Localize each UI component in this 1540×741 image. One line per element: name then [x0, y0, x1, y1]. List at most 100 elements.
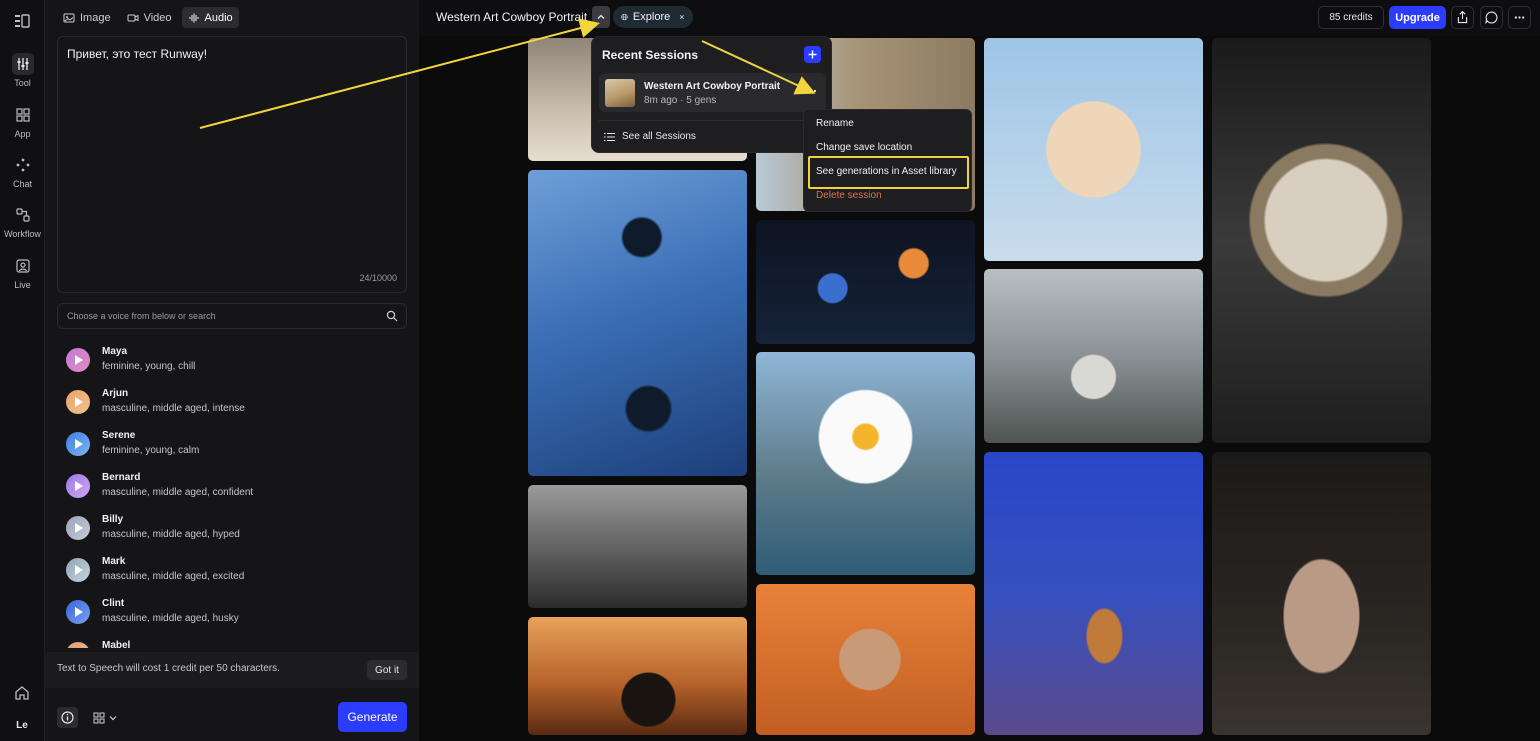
gallery-tile-egg-island[interactable] — [756, 352, 975, 575]
gallery-tile-woman-portrait[interactable] — [1212, 452, 1431, 735]
tab-label: Image — [80, 11, 111, 24]
rail-item-live[interactable]: Live — [0, 255, 45, 303]
got-it-button[interactable]: Got it — [367, 660, 407, 680]
prompt-textarea[interactable]: Привет, это тест Runway! 24/10000 — [57, 36, 407, 293]
rail-item-label: App — [14, 129, 31, 139]
app-root: Tool App Chat Workflow Live Le Image Vid… — [0, 0, 1540, 741]
play-icon[interactable] — [66, 390, 90, 414]
play-icon[interactable] — [66, 432, 90, 456]
divider — [599, 120, 826, 121]
credits-badge[interactable]: 85 credits — [1318, 6, 1384, 29]
menu-item-delete-session[interactable]: Delete session — [816, 190, 882, 201]
session-meta: 8m ago · 5 gens — [644, 95, 717, 106]
voice-description: masculine, middle aged, husky — [102, 613, 239, 624]
home-icon[interactable] — [13, 684, 31, 702]
voice-name: Mark — [102, 556, 126, 567]
voice-description: feminine, young, chill — [102, 361, 196, 372]
explore-chip[interactable]: Explore — [613, 6, 693, 28]
session-title[interactable]: Western Art Cowboy Portrait — [436, 10, 587, 24]
voice-name: Clint — [102, 598, 125, 609]
play-icon[interactable] — [66, 642, 90, 648]
session-name: Western Art Cowboy Portrait — [644, 81, 781, 92]
voice-search-input[interactable] — [67, 304, 377, 328]
play-icon[interactable] — [66, 348, 90, 372]
play-icon[interactable] — [66, 516, 90, 540]
rail-item-workflow[interactable]: Workflow — [0, 204, 45, 252]
voice-description: feminine, young, calm — [102, 445, 200, 456]
gallery-tile-yarn-plane[interactable] — [984, 38, 1203, 261]
left-rail: Tool App Chat Workflow Live Le — [0, 0, 45, 741]
voice-name: Arjun — [102, 388, 129, 399]
info-icon[interactable] — [57, 707, 78, 728]
voice-description: masculine, middle aged, intense — [102, 403, 245, 414]
play-icon[interactable] — [66, 474, 90, 498]
video-icon — [127, 14, 139, 21]
panel-footer: Generate — [45, 696, 419, 741]
rail-item-chat[interactable]: Chat — [0, 154, 45, 202]
voice-item-mabel[interactable]: Mabel — [57, 634, 397, 648]
session-context-menu: Rename Change save location See generati… — [803, 109, 972, 212]
rail-item-label: Workflow — [4, 229, 41, 239]
top-bar: Western Art Cowboy Portrait Explore 85 c… — [419, 0, 1540, 36]
plus-icon[interactable] — [804, 46, 821, 63]
gallery-tile-hooded-figure[interactable] — [984, 269, 1203, 443]
generate-button[interactable]: Generate — [338, 702, 407, 732]
upgrade-button[interactable]: Upgrade — [1389, 6, 1446, 29]
feedback-icon[interactable] — [1480, 6, 1503, 29]
prompt-text[interactable]: Привет, это тест Runway! — [67, 47, 207, 61]
tab-video[interactable]: Video — [121, 7, 178, 28]
character-count: 24/10000 — [359, 273, 397, 283]
voice-item-clint[interactable]: Clint masculine, middle aged, husky — [57, 592, 397, 632]
voice-name: Mabel — [102, 640, 131, 648]
more-options-icon[interactable] — [804, 86, 818, 96]
close-icon[interactable] — [679, 12, 685, 22]
live-icon — [15, 259, 30, 273]
voice-item-maya[interactable]: Maya feminine, young, chill — [57, 340, 397, 380]
session-item[interactable]: Western Art Cowboy Portrait 8m ago · 5 g… — [599, 73, 826, 112]
rail-item-label: Live — [14, 280, 31, 290]
gallery-tile-compass[interactable] — [1212, 38, 1431, 443]
see-all-sessions-link[interactable]: See all Sessions — [604, 131, 696, 142]
audio-wave-icon — [189, 13, 199, 22]
gallery-tile-wolf[interactable] — [528, 485, 747, 608]
gallery-tile-fire-silhouette[interactable] — [528, 617, 747, 735]
voice-item-bernard[interactable]: Bernard masculine, middle aged, confiden… — [57, 466, 397, 506]
layout-grid-icon[interactable] — [92, 710, 122, 726]
gallery-tile-orange-face[interactable] — [756, 584, 975, 735]
voice-item-billy[interactable]: Billy masculine, middle aged, hyped — [57, 508, 397, 548]
recent-sessions-title: Recent Sessions — [602, 48, 699, 62]
share-icon[interactable] — [1451, 6, 1474, 29]
tab-image[interactable]: Image — [57, 7, 117, 28]
voice-name: Billy — [102, 514, 124, 525]
voice-description: masculine, middle aged, hyped — [102, 529, 240, 540]
play-icon[interactable] — [66, 600, 90, 624]
mode-tabs: Image Video Audio — [57, 7, 239, 28]
tab-audio[interactable]: Audio — [181, 7, 239, 28]
voice-item-arjun[interactable]: Arjun masculine, middle aged, intense — [57, 382, 397, 422]
voice-list: Maya feminine, young, chill Arjun mascul… — [57, 340, 407, 648]
voice-item-serene[interactable]: Serene feminine, young, calm — [57, 424, 397, 464]
chevron-up-icon[interactable] — [592, 6, 610, 28]
menu-item-rename[interactable]: Rename — [816, 118, 854, 129]
voice-item-mark[interactable]: Mark masculine, middle aged, excited — [57, 550, 397, 590]
notice-text: Text to Speech will cost 1 credit per 50… — [57, 663, 280, 674]
rail-item-app[interactable]: App — [0, 104, 45, 152]
rail-item-tool[interactable]: Tool — [0, 53, 45, 101]
more-options-icon[interactable] — [1508, 6, 1531, 29]
rail-item-label: Chat — [12, 179, 32, 189]
gallery-tile-space-fish[interactable] — [756, 220, 975, 344]
panel-toggle-icon[interactable] — [13, 12, 31, 30]
gallery-tile-blue-face[interactable] — [528, 170, 747, 476]
gallery-tile-blue-door[interactable] — [984, 452, 1203, 735]
credit-notice: Text to Speech will cost 1 credit per 50… — [45, 652, 419, 688]
tool-panel: Image Video Audio Привет, это тест Runwa… — [45, 0, 449, 741]
avatar[interactable]: Le — [10, 716, 34, 736]
search-icon[interactable] — [386, 310, 398, 322]
menu-item-change-save-location[interactable]: Change save location — [816, 142, 912, 153]
voice-search-field[interactable] — [57, 303, 407, 329]
play-icon[interactable] — [66, 558, 90, 582]
voice-description: masculine, middle aged, confident — [102, 487, 254, 498]
sparkle-icon — [16, 158, 29, 172]
globe-icon — [621, 13, 628, 21]
sliders-icon — [11, 53, 34, 75]
